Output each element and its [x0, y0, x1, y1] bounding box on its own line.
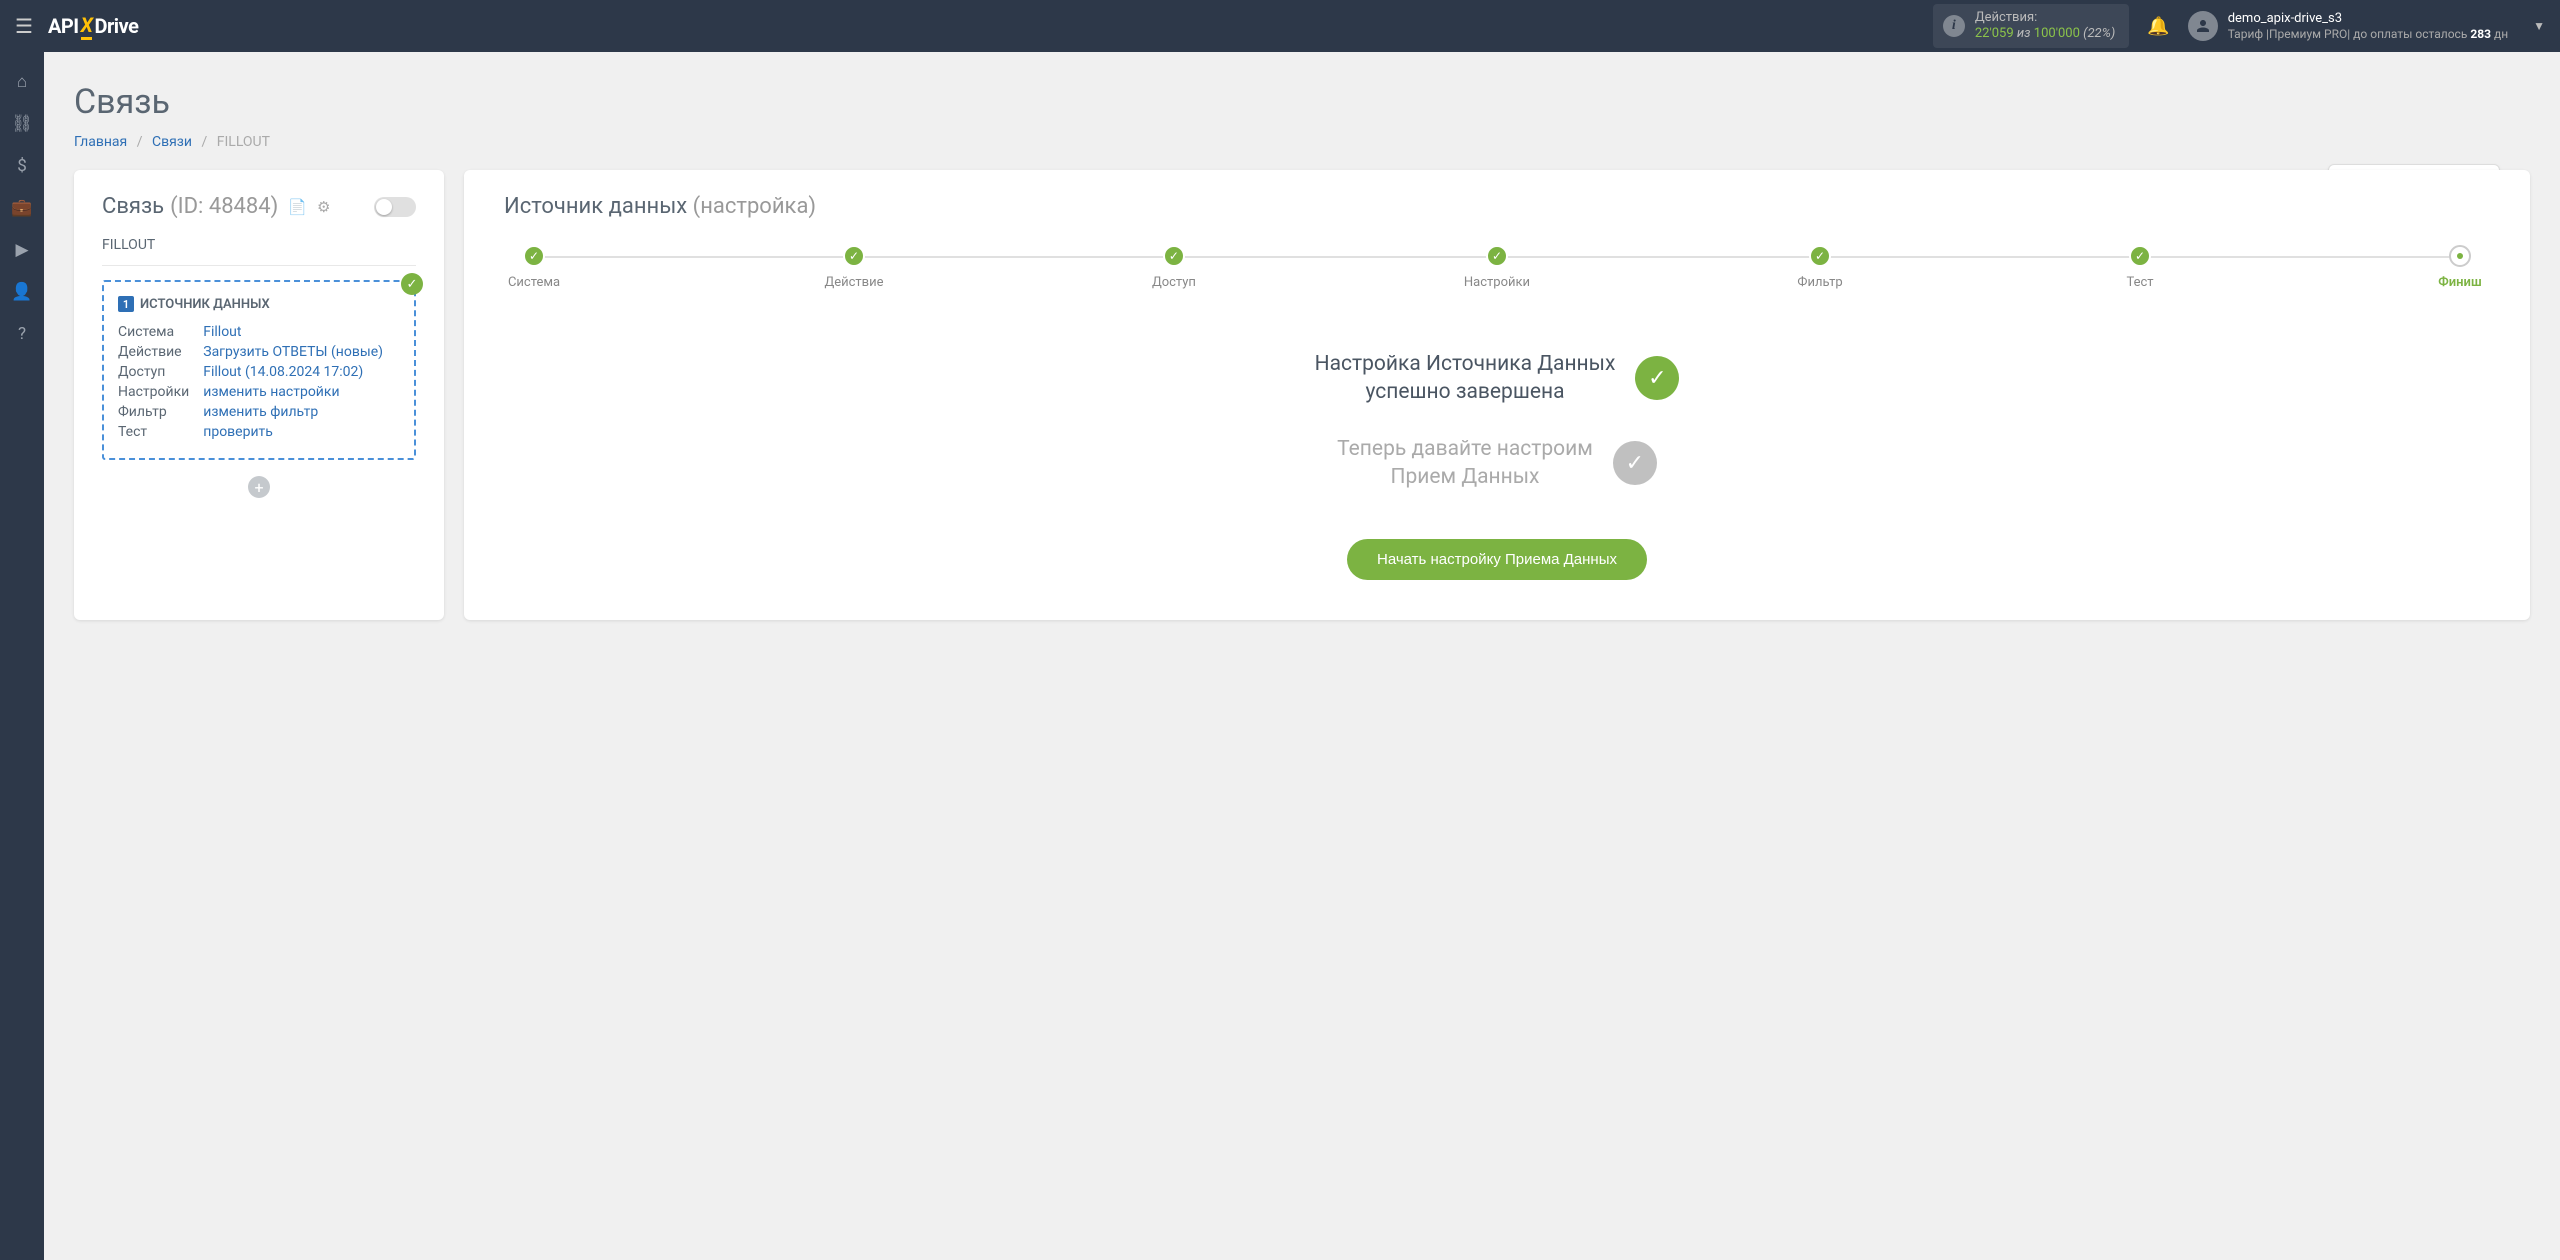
step[interactable]: ✓Система — [504, 245, 564, 290]
breadcrumb: Главная / Связи / FILLOUT — [74, 134, 2530, 150]
tariff-line: Тариф |Премиум PRO| до оплаты осталось 2… — [2228, 27, 2508, 41]
main: Связь Главная / Связи / FILLOUT ? Настро… — [44, 52, 2560, 650]
check-circle-icon: ✓ — [1635, 356, 1679, 400]
gear-icon[interactable]: ⚙ — [317, 198, 330, 216]
source-row: Тестпроверить — [118, 422, 383, 442]
source-row: Настройкиизменить настройки — [118, 382, 383, 402]
connection-title: Связь (ID: 48484) 📄 ⚙ — [102, 194, 416, 219]
chevron-down-icon: ▼ — [2533, 19, 2545, 33]
source-link[interactable]: изменить фильтр — [203, 404, 318, 420]
info-icon: i — [1943, 15, 1965, 37]
actions-label: Действия: — [1975, 10, 2037, 25]
source-row: ДоступFillout (14.08.2024 17:02) — [118, 362, 383, 382]
start-receiver-button[interactable]: Начать настройку Приема Данных — [1347, 539, 1647, 580]
username: demo_apix-drive_s3 — [2228, 11, 2508, 27]
success-message-1: Настройка Источника Данныхуспешно заверш… — [504, 350, 2490, 407]
clipboard-icon[interactable]: 📄 — [288, 198, 307, 216]
app-header: ☰ APIXDrive i Действия: 22'059 из 100'00… — [0, 0, 2560, 52]
stepper: ✓Система ✓Действие ✓Доступ ✓Настройки ✓Фильт… — [504, 245, 2490, 290]
wizard-title: Источник данных (настройка) — [504, 194, 2490, 219]
user-menu[interactable]: demo_apix-drive_s3 Тариф |Премиум PRO| д… — [2188, 11, 2545, 41]
enable-toggle[interactable] — [374, 197, 416, 217]
bc-home[interactable]: Главная — [74, 134, 127, 150]
help-icon[interactable]: ? — [18, 324, 26, 344]
page-title: Связь — [74, 82, 2530, 122]
check-icon: ✓ — [401, 273, 423, 295]
add-button[interactable]: + — [248, 476, 270, 498]
success-message-2: Теперь давайте настроимПрием Данных ✓ — [504, 435, 2490, 492]
source-link[interactable]: проверить — [203, 424, 273, 440]
bc-current: FILLOUT — [217, 134, 270, 150]
step[interactable]: Финиш — [2430, 245, 2490, 290]
source-row: ДействиеЗагрузить ОТВЕТЫ (новые) — [118, 342, 383, 362]
sidebar: ⌂ ⛓ $ 💼 ▶ 👤 ? — [0, 52, 44, 1260]
step[interactable]: ✓Действие — [824, 245, 884, 290]
home-icon[interactable]: ⌂ — [17, 72, 27, 92]
logo[interactable]: APIXDrive — [48, 13, 138, 40]
source-link[interactable]: изменить настройки — [203, 384, 339, 400]
source-table: СистемаFilloutДействиеЗагрузить ОТВЕТЫ (… — [118, 322, 383, 442]
step[interactable]: ✓Доступ — [1144, 245, 1204, 290]
source-row: СистемаFillout — [118, 322, 383, 342]
source-link[interactable]: Загрузить ОТВЕТЫ (новые) — [203, 344, 383, 360]
connection-subname: FILLOUT — [102, 237, 416, 266]
connection-card: Связь (ID: 48484) 📄 ⚙ FILLOUT ✓ 1 ИСТОЧН… — [74, 170, 444, 620]
step[interactable]: ✓Настройки — [1464, 245, 1530, 290]
user-icon[interactable]: 👤 — [11, 282, 32, 302]
step[interactable]: ✓Тест — [2110, 245, 2170, 290]
wizard-card: Источник данных (настройка) ✓Система ✓Дей… — [464, 170, 2530, 620]
check-circle-grey-icon: ✓ — [1613, 441, 1657, 485]
dollar-icon[interactable]: $ — [17, 156, 27, 176]
briefcase-icon[interactable]: 💼 — [11, 198, 32, 218]
sitemap-icon[interactable]: ⛓ — [11, 114, 33, 134]
actions-counter[interactable]: i Действия: 22'059 из 100'000 (22%) — [1933, 4, 2129, 47]
source-row: Фильтризменить фильтр — [118, 402, 383, 422]
step[interactable]: ✓Фильтр — [1790, 245, 1850, 290]
bell-icon[interactable]: 🔔 — [2147, 16, 2169, 37]
source-head: 1 ИСТОЧНИК ДАННЫХ — [118, 296, 400, 312]
bc-links[interactable]: Связи — [152, 134, 192, 150]
source-box[interactable]: ✓ 1 ИСТОЧНИК ДАННЫХ СистемаFilloutДейств… — [102, 280, 416, 460]
source-link[interactable]: Fillout — [203, 324, 241, 340]
menu-icon[interactable]: ☰ — [15, 14, 33, 38]
avatar-icon — [2188, 11, 2218, 41]
youtube-icon[interactable]: ▶ — [15, 240, 28, 260]
source-link[interactable]: Fillout (14.08.2024 17:02) — [203, 364, 363, 380]
